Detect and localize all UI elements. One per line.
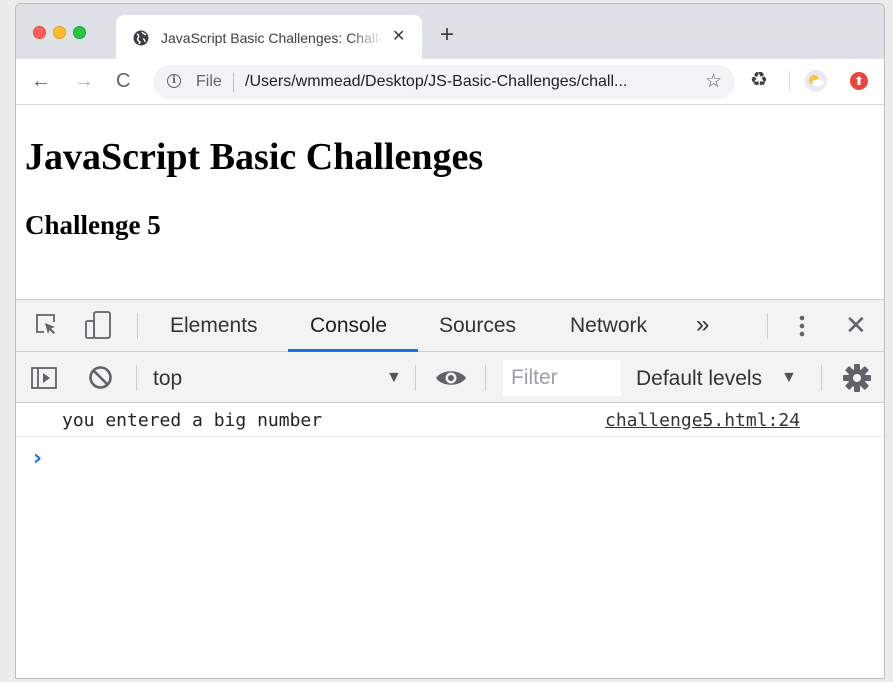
show-sidebar-icon[interactable]	[30, 366, 58, 390]
upload-extension-icon[interactable]: ⬆	[850, 72, 868, 90]
tab-sources[interactable]: Sources	[439, 314, 516, 338]
recycle-extension-icon[interactable]: ♻	[750, 69, 768, 91]
more-tabs-button[interactable]: »	[696, 311, 709, 339]
filter-input[interactable]	[503, 360, 621, 396]
weather-extension-icon[interactable]	[805, 70, 827, 92]
inspect-element-icon[interactable]	[34, 312, 58, 336]
tab-console[interactable]: Console	[310, 314, 387, 338]
bookmark-star-icon[interactable]: ☆	[705, 71, 722, 93]
toolbar-divider	[485, 365, 486, 391]
page-title: JavaScript Basic Challenges	[25, 136, 484, 178]
browser-tab-active[interactable]: JavaScript Basic Challenges: Challenge 5…	[116, 15, 422, 59]
browser-window: JavaScript Basic Challenges: Challenge 5…	[15, 3, 885, 679]
reload-icon[interactable]: C	[116, 69, 130, 93]
eye-icon[interactable]	[434, 367, 468, 389]
log-levels-dropdown[interactable]: Default levels	[636, 367, 762, 391]
devtools-divider	[137, 313, 138, 339]
page-subtitle: Challenge 5	[25, 210, 161, 240]
filter-box	[503, 360, 621, 396]
new-tab-button[interactable]: +	[440, 23, 454, 47]
device-toolbar-icon[interactable]	[84, 310, 112, 340]
console-toolbar: top ▼ Default levels ▼	[16, 352, 884, 403]
tab-strip: JavaScript Basic Challenges: Challenge 5…	[16, 4, 884, 59]
devtools-panel: Elements Console Sources Network » ✕ top…	[16, 299, 884, 678]
omnibox-divider	[233, 73, 234, 92]
context-selector[interactable]: top	[153, 367, 182, 391]
toolbar-divider	[789, 71, 790, 91]
tab-network[interactable]: Network	[570, 314, 647, 338]
dropdown-arrow-icon[interactable]: ▼	[386, 369, 402, 387]
console-message-row: you entered a big number challenge5.html…	[16, 403, 884, 437]
globe-icon	[133, 30, 149, 46]
toolbar-divider	[415, 365, 416, 391]
dropdown-arrow-icon[interactable]: ▼	[781, 369, 797, 387]
toolbar-divider	[136, 365, 137, 391]
gear-icon[interactable]	[842, 363, 872, 393]
devtools-tab-bar: Elements Console Sources Network » ✕	[16, 299, 884, 352]
page-content: JavaScript Basic Challenges Challenge 5	[16, 105, 884, 299]
kebab-menu-icon[interactable]	[792, 311, 812, 341]
tab-title: JavaScript Basic Challenges: Challenge 5	[161, 30, 383, 46]
clear-console-icon[interactable]	[88, 365, 113, 390]
console-message-text: you entered a big number	[62, 410, 323, 431]
back-arrow-icon[interactable]: ←	[31, 69, 51, 93]
info-icon[interactable]: i	[167, 74, 181, 88]
url-text[interactable]: /Users/wmmead/Desktop/JS-Basic-Challenge…	[245, 73, 627, 91]
console-source-link[interactable]: challenge5.html:24	[605, 410, 800, 431]
forward-arrow-icon[interactable]: →	[74, 69, 94, 93]
toolbar-divider	[821, 365, 822, 391]
close-tab-icon[interactable]: ✕	[392, 29, 405, 45]
close-window-button[interactable]	[33, 26, 46, 39]
scheme-label: File	[196, 73, 222, 90]
close-devtools-icon[interactable]: ✕	[845, 310, 867, 340]
tab-elements[interactable]: Elements	[170, 314, 258, 338]
maximize-window-button[interactable]	[73, 26, 86, 39]
console-prompt-icon[interactable]: ›	[33, 446, 42, 471]
devtools-divider	[767, 313, 768, 339]
address-bar[interactable]: i File /Users/wmmead/Desktop/JS-Basic-Ch…	[153, 65, 735, 99]
minimize-window-button[interactable]	[53, 26, 66, 39]
